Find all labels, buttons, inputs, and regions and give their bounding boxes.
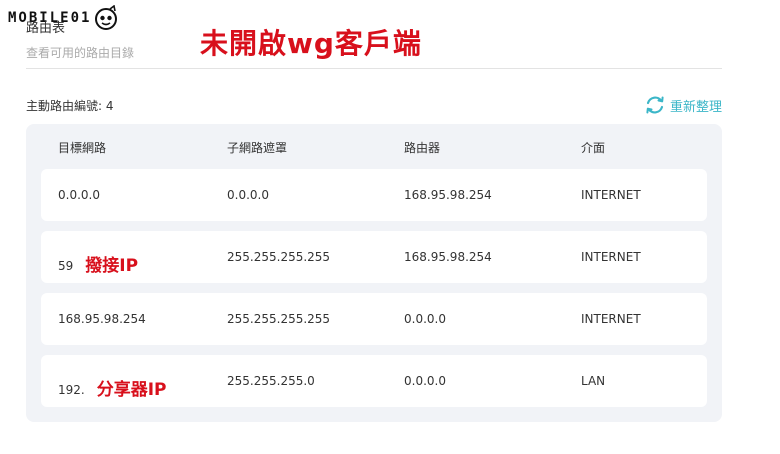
refresh-icon	[646, 96, 664, 114]
cell-destination: 0.0.0.0	[58, 188, 100, 202]
cell-subnet-mask: 0.0.0.0	[227, 188, 269, 202]
table-row: 0.0.0.0 0.0.0.0 168.95.98.254 INTERNET	[41, 169, 707, 221]
page-title: 路由表	[26, 21, 66, 36]
annotation-dialup-ip: 撥接IP	[85, 256, 139, 276]
cell-gateway: 0.0.0.0	[404, 374, 446, 388]
routing-table: 目標網路 子網路遮罩 路由器 介面 0.0.0.0 0.0.0.0 168.95…	[26, 124, 722, 422]
cell-gateway: 168.95.98.254	[404, 188, 492, 202]
cell-interface: LAN	[581, 374, 606, 388]
cell-gateway: 0.0.0.0	[404, 312, 446, 326]
cell-interface: INTERNET	[581, 188, 641, 202]
cell-subnet-mask: 255.255.255.0	[227, 374, 315, 388]
header-divider	[26, 68, 722, 69]
column-header-gateway: 路由器	[404, 141, 441, 155]
annotation-router-ip: 分享器IP	[96, 380, 167, 400]
cell-gateway: 168.95.98.254	[404, 250, 492, 264]
table-row: 59 撥接IP 255.255.255.255 168.95.98.254 INT…	[41, 231, 707, 283]
cell-destination: 192. 分享器IP	[58, 380, 167, 400]
cell-interface: INTERNET	[581, 312, 641, 326]
column-header-subnet-mask: 子網路遮罩	[227, 141, 288, 155]
mascot-icon	[95, 5, 118, 30]
table-row: 168.95.98.254 255.255.255.255 0.0.0.0 IN…	[41, 293, 707, 345]
cell-destination: 59 撥接IP	[58, 256, 139, 276]
column-header-interface: 介面	[581, 141, 606, 155]
annotation-wg-client: 未開啟wg客戶端	[200, 27, 422, 60]
table-header: 目標網路 子網路遮罩 路由器 介面	[26, 124, 722, 168]
table-row: 192. 分享器IP 255.255.255.0 0.0.0.0 LAN	[41, 355, 707, 407]
page-subtitle: 查看可用的路由目錄	[26, 46, 135, 60]
refresh-label: 重新整理	[669, 99, 722, 115]
cell-destination: 168.95.98.254	[58, 312, 146, 326]
refresh-button[interactable]: 重新整理	[644, 94, 722, 116]
cell-interface: INTERNET	[581, 250, 641, 264]
cell-subnet-mask: 255.255.255.255	[227, 250, 331, 264]
cell-subnet-mask: 255.255.255.255	[227, 312, 331, 326]
active-route-count: 主動路由編號: 4	[26, 99, 114, 113]
column-header-destination: 目標網路	[58, 141, 107, 155]
